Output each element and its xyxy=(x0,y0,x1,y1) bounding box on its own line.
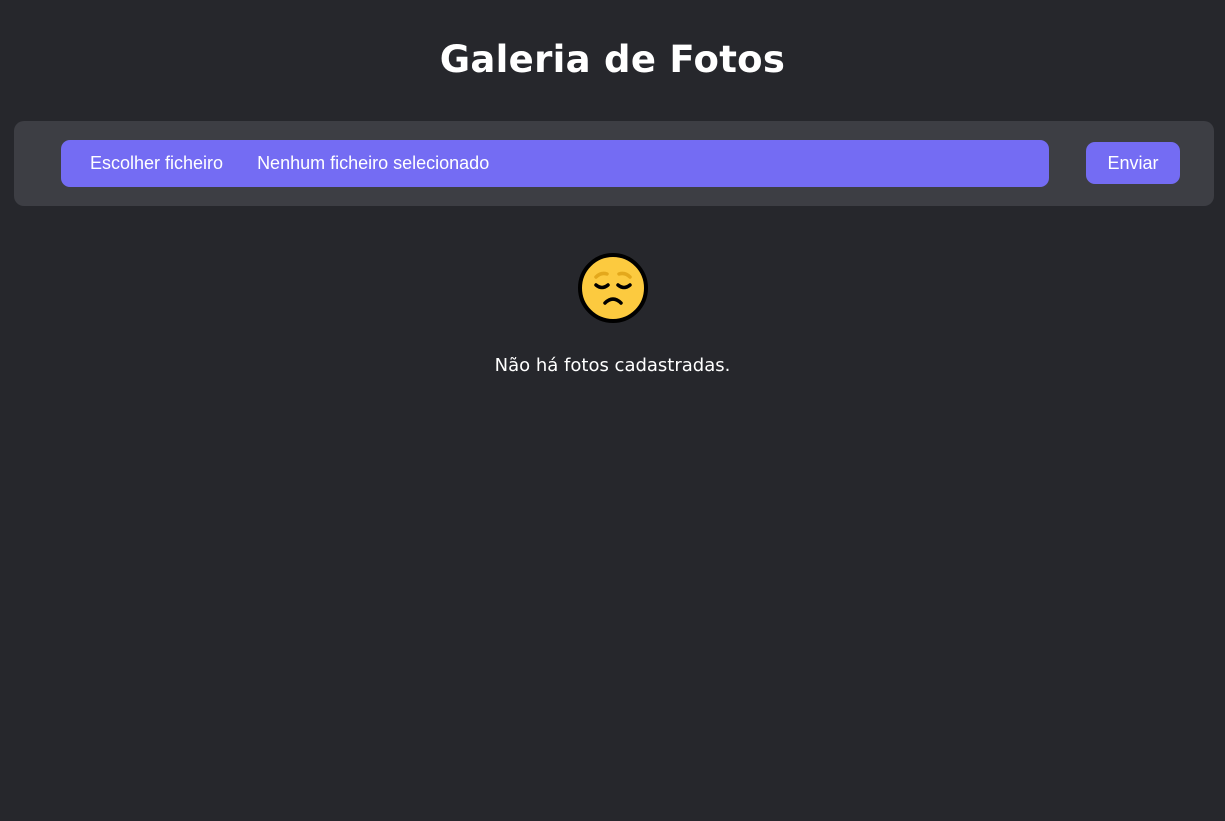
upload-form: Escolher ficheiro Nenhum ficheiro seleci… xyxy=(14,121,1214,206)
empty-state: Não há fotos cadastradas. xyxy=(0,252,1225,376)
sad-face-icon xyxy=(577,252,649,324)
empty-message: Não há fotos cadastradas. xyxy=(494,355,731,376)
choose-file-button[interactable]: Escolher ficheiro xyxy=(90,153,223,174)
file-input[interactable]: Escolher ficheiro Nenhum ficheiro seleci… xyxy=(61,140,1049,187)
page-title: Galeria de Fotos xyxy=(439,38,786,81)
send-button[interactable]: Enviar xyxy=(1086,142,1180,184)
page: Galeria de Fotos Escolher ficheiro Nenhu… xyxy=(0,0,1225,821)
file-status-text: Nenhum ficheiro selecionado xyxy=(257,153,490,173)
